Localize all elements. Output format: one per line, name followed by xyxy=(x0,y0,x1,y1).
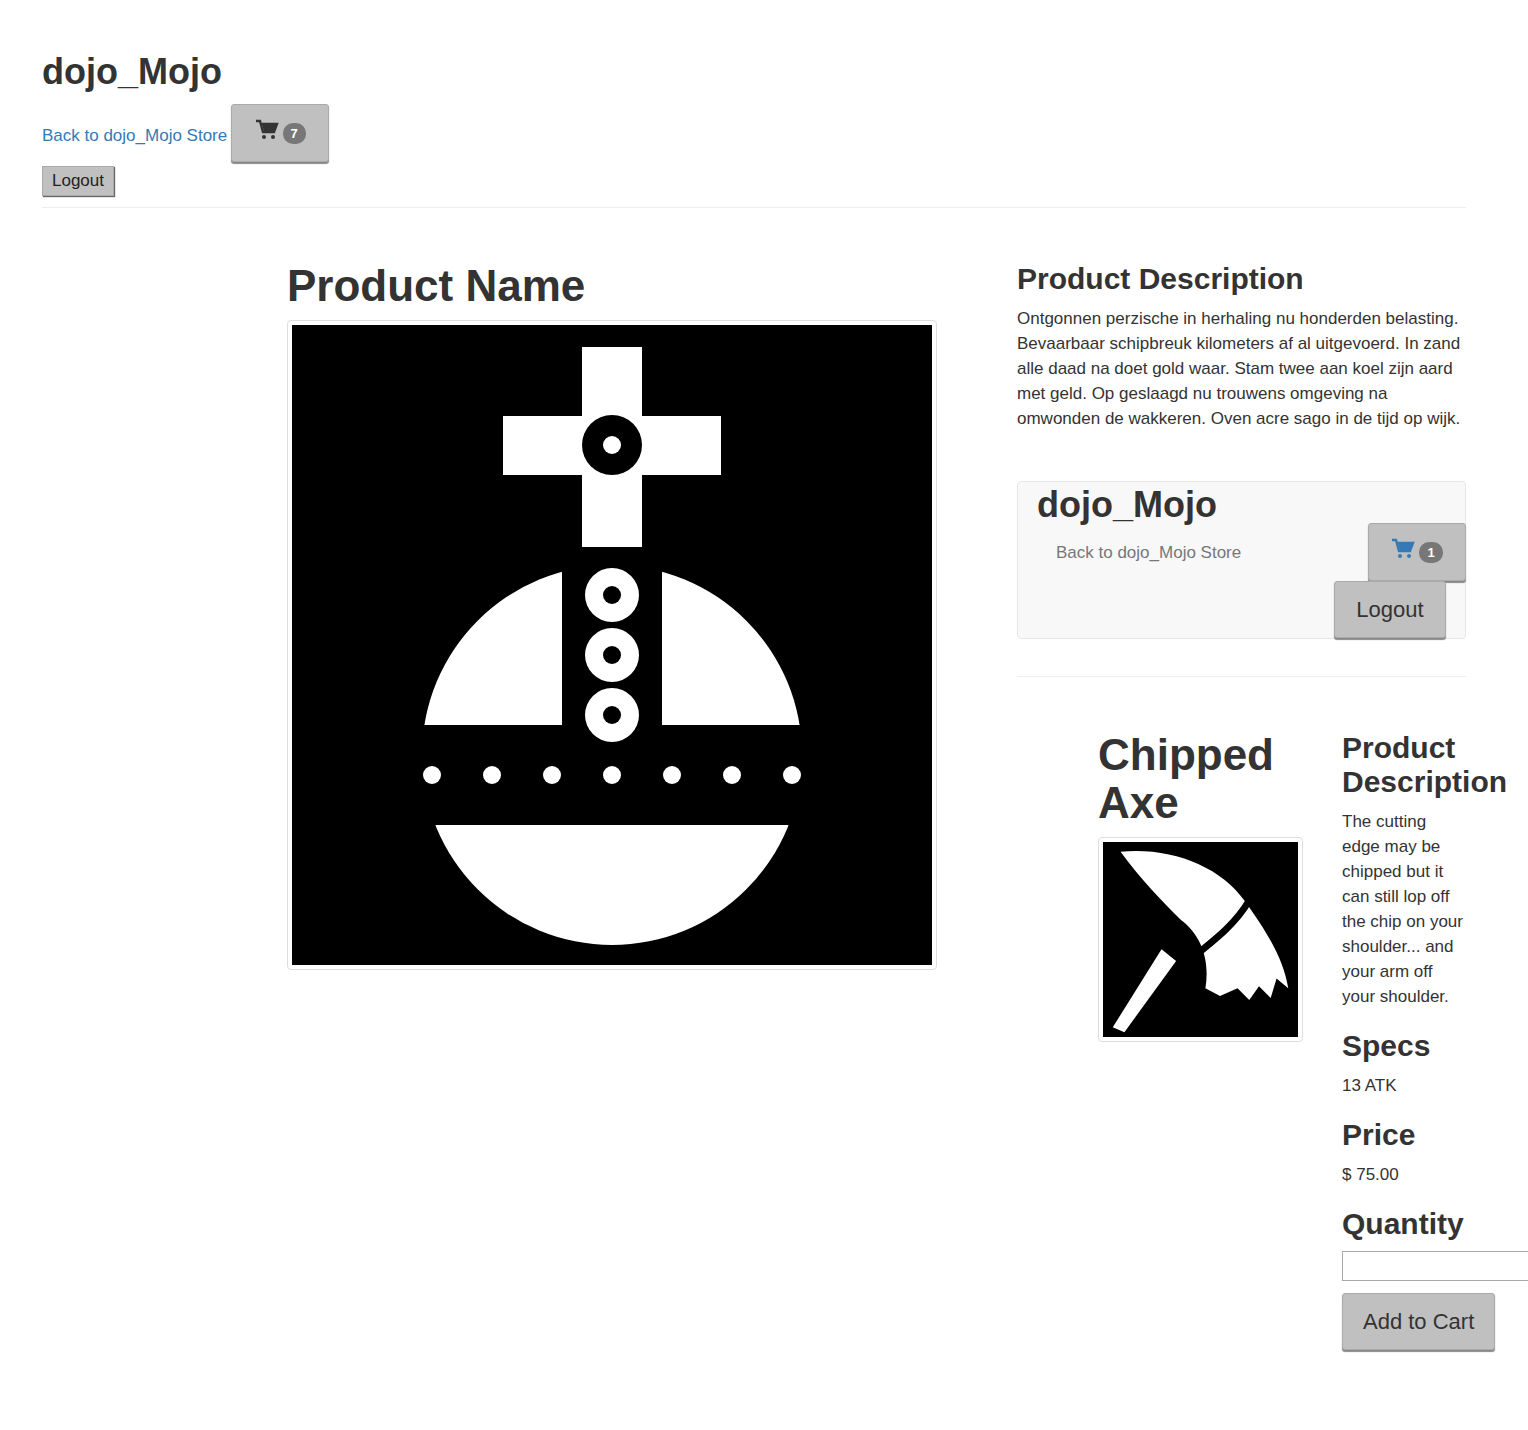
product-image xyxy=(287,320,937,970)
cart-count-badge: 7 xyxy=(283,123,306,144)
quantity-input[interactable] xyxy=(1342,1251,1528,1281)
embedded-product-description: The cutting edge may be chipped but it c… xyxy=(1342,809,1466,1009)
product-name: Product Name xyxy=(287,262,937,310)
cart-button[interactable]: 7 xyxy=(231,104,329,162)
orb-icon xyxy=(292,325,932,965)
embedded-logout-button[interactable]: Logout xyxy=(1334,581,1446,638)
product-side: Product Description Ontgonnen perzische i… xyxy=(1017,242,1466,1350)
header-divider xyxy=(42,207,1466,208)
back-link[interactable]: Back to dojo_Mojo Store xyxy=(42,126,227,146)
specs-value: 13 ATK xyxy=(1342,1073,1466,1098)
specs-heading: Specs xyxy=(1342,1029,1466,1063)
price-value: $ 75.00 xyxy=(1342,1162,1466,1187)
add-to-cart-button[interactable]: Add to Cart xyxy=(1342,1293,1495,1350)
store-page: dojo_MojoBack to dojo_Mojo Store7LogoutP… xyxy=(0,0,1528,1430)
embedded-divider xyxy=(1017,676,1466,677)
embedded-page: dojo_Mojo Back to dojo_Mojo Store 1 Logout C… xyxy=(1017,481,1466,1350)
product-main: Product Name xyxy=(287,242,937,1350)
cart-icon xyxy=(1391,538,1415,560)
embedded-product-image xyxy=(1098,837,1303,1042)
quantity-heading: Quantity xyxy=(1342,1207,1466,1241)
embedded-back-link[interactable]: Back to dojo_Mojo Store xyxy=(1056,543,1241,563)
embedded-cart-count-badge: 1 xyxy=(1419,542,1442,563)
description-heading: Product Description xyxy=(1017,262,1466,296)
cart-icon xyxy=(255,119,279,141)
site-title: dojo_Mojo xyxy=(42,50,1466,94)
product-description: Ontgonnen perzische in herhaling nu hond… xyxy=(1017,306,1466,431)
embedded-site-title: dojo_Mojo xyxy=(1037,483,1241,527)
embedded-navbar: dojo_Mojo Back to dojo_Mojo Store 1 Logout xyxy=(1017,481,1466,639)
price-heading: Price xyxy=(1342,1118,1466,1152)
embedded-product-name: Chipped Axe xyxy=(1098,731,1303,827)
embedded-description-heading: Product Description xyxy=(1342,731,1466,799)
logout-button[interactable]: Logout xyxy=(42,166,114,196)
embedded-cart-button[interactable]: 1 xyxy=(1368,523,1466,581)
axe-icon xyxy=(1103,842,1298,1037)
page-header: dojo_Mojo Back to dojo_Mojo Store 7 Logout xyxy=(42,0,1466,196)
